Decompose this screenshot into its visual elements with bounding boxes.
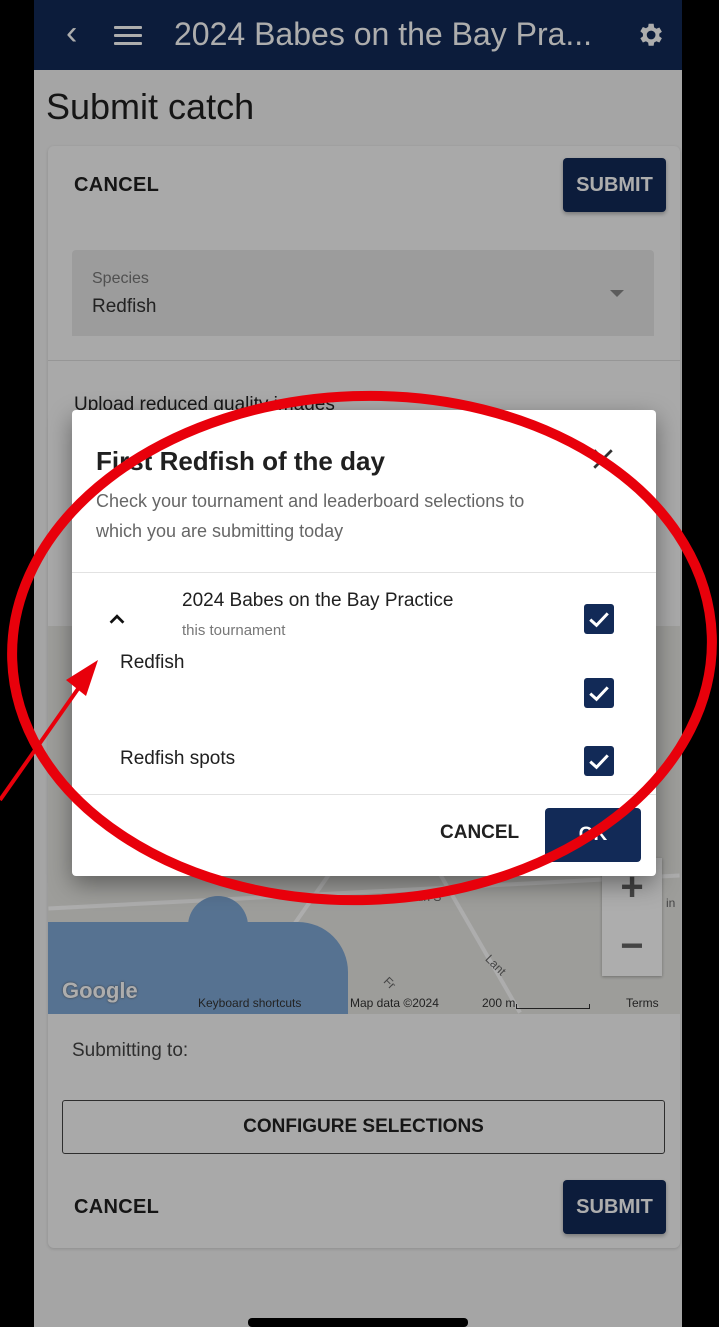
option-checkbox-redfish[interactable] — [584, 678, 614, 708]
dialog-subtitle: Check your tournament and leaderboard se… — [96, 491, 525, 541]
option-label-redfish-spots: Redfish spots — [120, 748, 236, 769]
option-label-redfish: Redfish — [120, 652, 185, 673]
dialog-cancel-button[interactable]: CANCEL — [440, 822, 519, 844]
tournament-name: 2024 Babes on the Bay Practice — [182, 590, 454, 611]
dialog-title: First Redfish of the day — [96, 446, 385, 476]
tournament-subtitle: this tournament — [182, 622, 286, 639]
option-checkbox-redfish-spots[interactable] — [584, 746, 614, 776]
screen: ‹ 2024 Babes on the Bay Pra... Submit ca… — [0, 0, 719, 1327]
divider — [72, 572, 656, 573]
dialog-ok-button[interactable]: OK — [545, 808, 641, 862]
selection-dialog: First Redfish of the day Check your tour… — [72, 410, 656, 876]
check-icon — [589, 686, 609, 702]
check-icon — [589, 612, 609, 628]
tournament-checkbox[interactable] — [584, 604, 614, 634]
check-icon — [589, 754, 609, 770]
chevron-up-icon[interactable] — [106, 608, 128, 630]
close-icon[interactable] — [588, 444, 618, 474]
divider — [72, 794, 656, 795]
